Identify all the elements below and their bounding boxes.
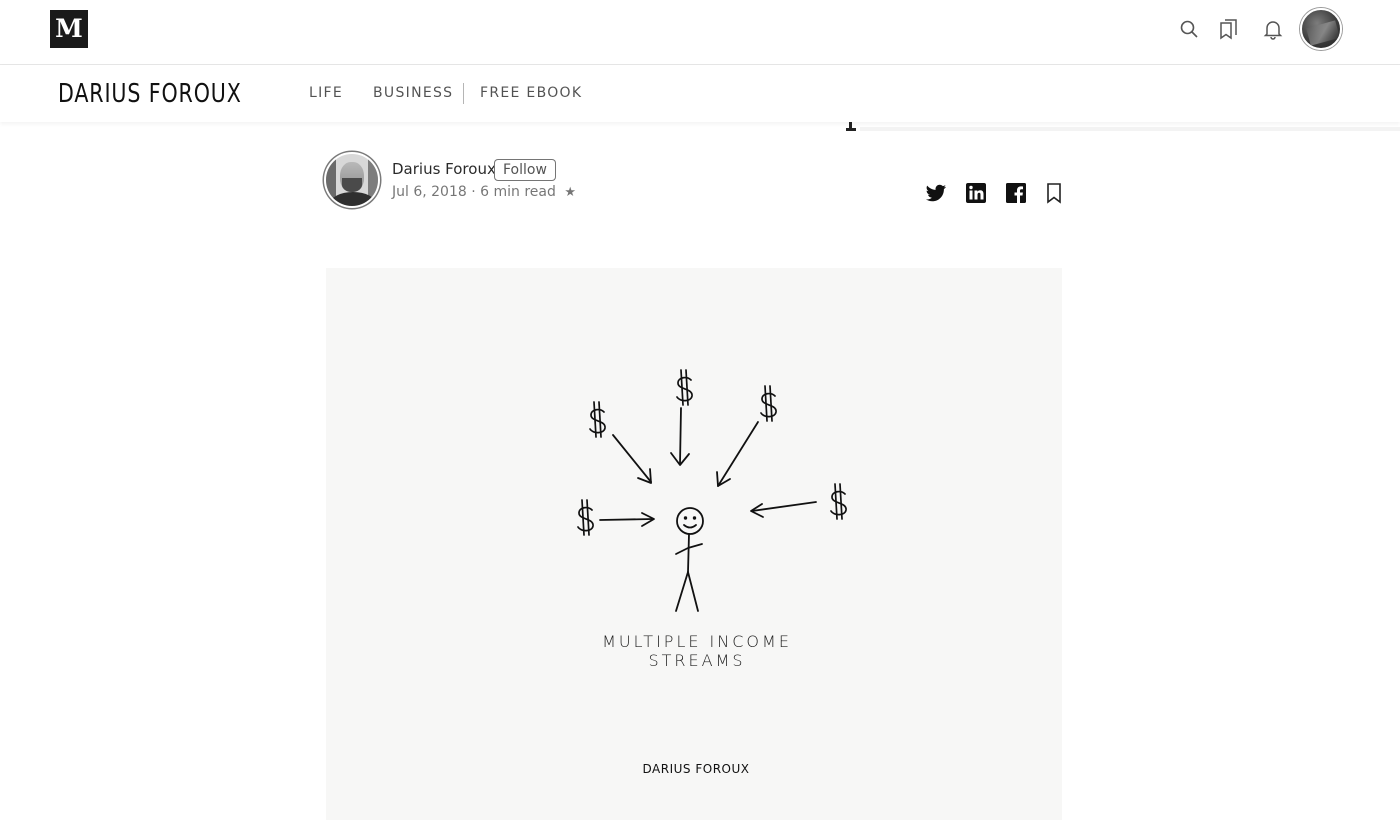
post-meta: Jul 6, 2018 · 6 min read ★ [392,184,576,200]
nav-divider [463,83,464,104]
dollar-sign-3 [760,385,777,422]
user-avatar[interactable] [1300,8,1342,50]
nav-link-life[interactable]: LIFE [309,85,343,101]
hero-signature: DARIUS FOROUX [642,762,750,776]
stick-figure [675,507,704,612]
bookmarks-icon[interactable] [1217,17,1241,41]
post-date: Jul 6, 2018 [392,184,467,200]
hero-caption: MULTIPLE INCOME STREAMS [602,632,792,670]
facebook-icon[interactable] [1004,181,1028,205]
author-avatar[interactable] [324,152,380,208]
member-star-icon: ★ [564,185,576,200]
search-icon[interactable] [1177,17,1201,41]
dollar-sign-5 [830,483,847,520]
arrow-top-right [716,421,759,487]
twitter-icon[interactable] [924,181,948,205]
bookmark-icon[interactable] [1042,181,1066,205]
dollar-sign-2 [676,369,693,406]
read-time: 6 min read [480,184,556,200]
arrow-top-left [612,434,652,484]
nav-link-business[interactable]: BUSINESS [373,85,453,101]
follow-button[interactable]: Follow [494,159,556,181]
author-name-link[interactable]: Darius Foroux [392,160,496,178]
publication-title[interactable]: DARIUS FOROUX [58,79,242,109]
bell-icon[interactable] [1261,17,1285,41]
top-bar: M [0,0,1400,65]
dollar-sign-4 [577,499,594,536]
arrow-right [750,501,817,518]
medium-logo[interactable]: M [50,10,88,48]
linkedin-icon[interactable] [964,181,988,205]
arrow-left [599,512,655,527]
divider [860,127,1400,131]
meta-separator: · [471,184,476,200]
dollar-sign-1 [589,401,606,438]
stick-figure-illustration [577,369,847,612]
arrow-top [670,407,690,466]
nav-link-free-ebook[interactable]: FREE EBOOK [480,85,582,101]
publication-nav: DARIUS FOROUX LIFE BUSINESS FREE EBOOK [0,65,1400,122]
hero-image: MULTIPLE INCOME STREAMS DARIUS FOROUX [326,268,1062,820]
